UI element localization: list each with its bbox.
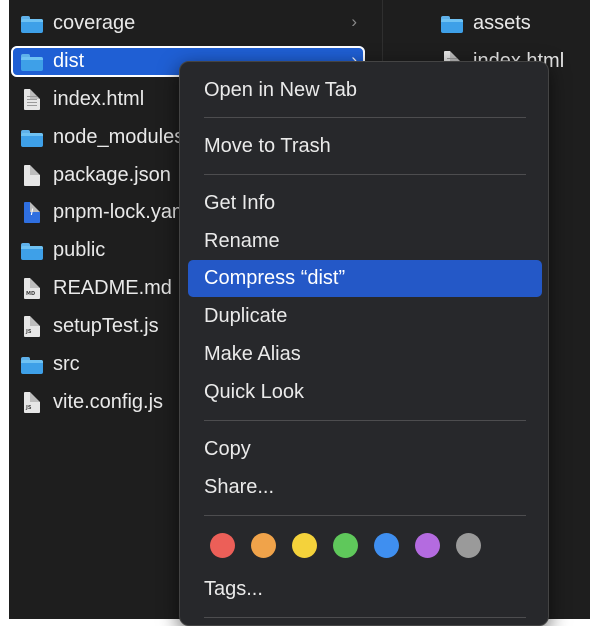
tag-color-row bbox=[210, 533, 481, 559]
menu-separator bbox=[204, 117, 526, 118]
file-badge: JS bbox=[26, 328, 32, 335]
item-name: src bbox=[53, 353, 80, 375]
list-item-coverage[interactable]: coverage › bbox=[11, 8, 365, 39]
item-name: pnpm-lock.yaml bbox=[53, 201, 194, 223]
tag-gray[interactable] bbox=[456, 533, 481, 558]
tag-yellow[interactable] bbox=[292, 533, 317, 558]
item-name: index.html bbox=[53, 88, 145, 110]
item-name: README.md bbox=[53, 277, 172, 299]
menu-item-move-to-trash[interactable]: Move to Trash bbox=[188, 128, 542, 165]
file-badge: JS bbox=[26, 404, 32, 411]
menu-separator bbox=[204, 515, 526, 516]
tag-orange[interactable] bbox=[251, 533, 276, 558]
menu-item-compress[interactable]: Compress “dist” bbox=[188, 260, 542, 297]
item-name: setupTest.js bbox=[53, 315, 159, 337]
js-file-icon: JS bbox=[21, 391, 43, 415]
item-name: coverage bbox=[53, 12, 136, 34]
document-icon bbox=[21, 164, 43, 188]
menu-item-duplicate[interactable]: Duplicate bbox=[188, 298, 542, 335]
menu-separator bbox=[204, 174, 526, 175]
js-file-icon: JS bbox=[21, 315, 43, 339]
menu-item-get-info[interactable]: Get Info bbox=[188, 185, 542, 222]
chevron-right-icon: › bbox=[351, 12, 357, 31]
menu-item-make-alias[interactable]: Make Alias bbox=[188, 336, 542, 373]
list-item-assets[interactable]: assets bbox=[385, 8, 585, 39]
folder-icon bbox=[21, 50, 43, 74]
menu-item-tags[interactable]: Tags... bbox=[188, 571, 542, 608]
item-name: package.json bbox=[53, 164, 171, 186]
item-name: vite.config.js bbox=[53, 391, 164, 413]
yaml-file-icon: / bbox=[21, 201, 43, 225]
context-menu: Open in New Tab Move to Trash Get Info R… bbox=[179, 61, 549, 626]
menu-item-open-new-tab[interactable]: Open in New Tab bbox=[188, 72, 542, 109]
markdown-file-icon: MD bbox=[21, 277, 43, 301]
folder-icon bbox=[21, 126, 43, 150]
tag-red[interactable] bbox=[210, 533, 235, 558]
folder-icon bbox=[21, 12, 43, 36]
tag-green[interactable] bbox=[333, 533, 358, 558]
folder-icon bbox=[441, 12, 463, 36]
item-name: public bbox=[53, 239, 106, 261]
tag-purple[interactable] bbox=[415, 533, 440, 558]
folder-icon bbox=[21, 353, 43, 377]
menu-item-quick-look[interactable]: Quick Look bbox=[188, 374, 542, 411]
menu-item-share[interactable]: Share... bbox=[188, 469, 542, 506]
menu-separator bbox=[204, 420, 526, 421]
item-name: node_modules bbox=[53, 126, 185, 148]
menu-item-copy[interactable]: Copy bbox=[188, 431, 542, 468]
item-name: dist bbox=[53, 50, 85, 72]
item-name: assets bbox=[473, 12, 531, 34]
folder-icon bbox=[21, 239, 43, 263]
menu-item-rename[interactable]: Rename bbox=[188, 223, 542, 260]
document-icon bbox=[21, 88, 43, 112]
file-badge: MD bbox=[26, 290, 36, 297]
tag-blue[interactable] bbox=[374, 533, 399, 558]
menu-separator bbox=[204, 617, 526, 618]
